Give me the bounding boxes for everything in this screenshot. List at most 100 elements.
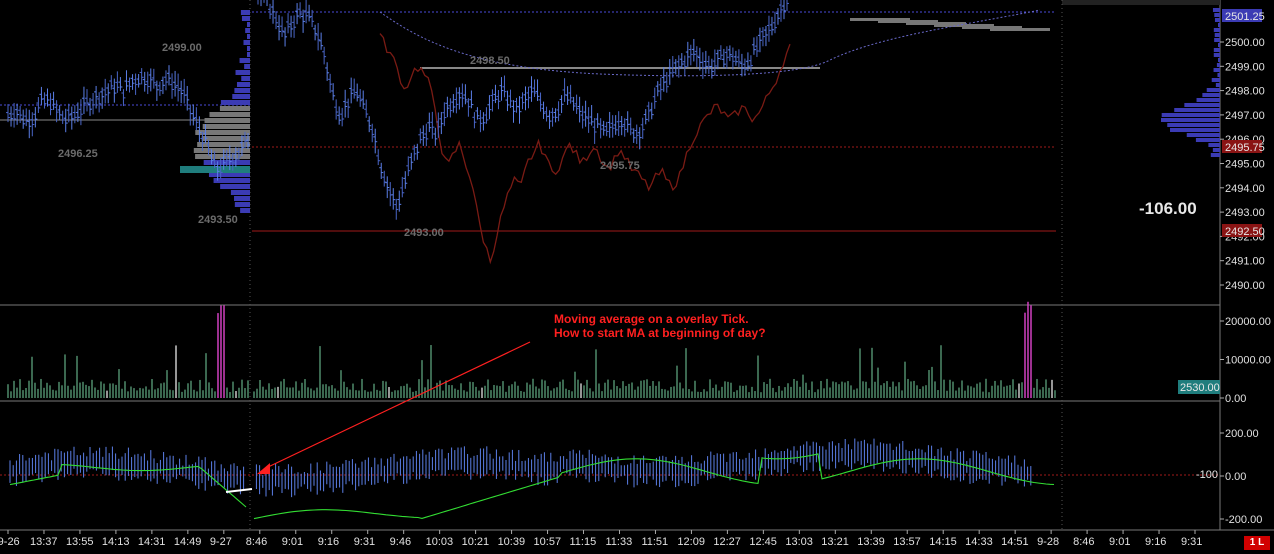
profile-bar-left — [247, 52, 250, 57]
time-tick-label: 13:21 — [821, 536, 849, 548]
volume-tick-label: 10000.00 — [1225, 355, 1271, 367]
profile-bar-right — [1213, 48, 1220, 52]
chart-canvas[interactable]: 2490.002491.002492.002493.002494.002495.… — [0, 0, 1274, 554]
profile-bar-right — [1212, 148, 1220, 152]
profile-bar-right — [1214, 18, 1220, 22]
profile-bar-left — [244, 64, 250, 69]
profile-bar-left — [234, 202, 250, 207]
profile-bar-right — [1186, 133, 1220, 137]
annotation-line-2: How to start MA at beginning of day? — [554, 326, 766, 340]
profile-bar-right — [1210, 153, 1220, 157]
time-tick-label: 13:55 — [66, 536, 94, 548]
profile-bar-right — [1218, 43, 1220, 47]
profile-bar-left — [234, 88, 250, 93]
profile-bar-right — [1217, 73, 1220, 77]
profile-bar-left — [247, 34, 250, 39]
time-tick-label: 14:33 — [965, 536, 993, 548]
volume-tag: 2530.00 — [1180, 382, 1220, 394]
profile-bar-left — [219, 106, 250, 111]
indicator-tick-label: -200.00 — [1225, 514, 1262, 526]
profile-bar-grey — [990, 28, 1050, 31]
profile-bar-left — [213, 178, 250, 183]
price-label: 2496.25 — [58, 148, 98, 160]
time-tick-label: 9:16 — [1145, 536, 1166, 548]
profile-bar-left — [247, 46, 250, 51]
profile-bar-right — [1160, 118, 1220, 122]
time-tick-label: 9:31 — [354, 536, 375, 548]
time-tick-label: 11:15 — [570, 536, 597, 548]
profile-bar-left — [220, 184, 250, 189]
time-tick-label: 11:51 — [641, 536, 668, 548]
time-tick-label: 12:27 — [713, 536, 741, 548]
time-tick-label: 14:31 — [138, 536, 166, 548]
time-tick-label: 13:03 — [785, 536, 813, 548]
time-tick-label: 13:39 — [857, 536, 885, 548]
time-tick-label: 9:31 — [1181, 536, 1202, 548]
annotation-line-1: Moving average on a overlay Tick. — [554, 312, 749, 326]
indicator-tag: -100 — [1196, 469, 1218, 481]
price-tick-label: 2498.00 — [1225, 86, 1265, 98]
time-tick-label: 11:33 — [605, 536, 632, 548]
profile-bar-right — [1214, 33, 1220, 37]
indicator-tick-label: 0.00 — [1225, 471, 1246, 483]
profile-bar-left — [247, 22, 250, 27]
profile-bar-right — [1218, 58, 1220, 62]
time-tick-label: 13:37 — [30, 536, 58, 548]
price-tick-label: 2500.00 — [1225, 37, 1265, 49]
price-label: 2498.50 — [470, 55, 510, 67]
time-tick-label: 9-28 — [1037, 536, 1059, 548]
time-tick-label: 13:57 — [893, 536, 921, 548]
profile-bar-left — [209, 112, 250, 117]
price-tag-mid: 2495.75 — [1225, 142, 1265, 154]
price-tick-label: 2495.00 — [1225, 159, 1265, 171]
time-tick-label: 9:46 — [390, 536, 411, 548]
price-label: 2495.75 — [600, 160, 640, 172]
time-tick-label: -9-26 — [0, 536, 20, 548]
profile-bar-right — [1215, 83, 1220, 87]
corner-badge[interactable]: 1 L — [1244, 536, 1270, 550]
price-tick-label: 2493.00 — [1225, 207, 1265, 219]
profile-bar-right — [1206, 88, 1220, 92]
price-tick-label: 2494.00 — [1225, 183, 1265, 195]
price-tick-label: 2499.00 — [1225, 61, 1265, 73]
profile-bar-right — [1213, 53, 1220, 57]
profile-bar-left — [245, 28, 250, 33]
profile-bar-right — [1214, 38, 1220, 42]
time-tick-label: 12:09 — [677, 536, 705, 548]
price-label: 2493.00 — [404, 227, 444, 239]
price-tick-label: 2491.00 — [1225, 256, 1265, 268]
volume-tick-label: 20000.00 — [1225, 316, 1271, 328]
time-tick-label: 10:39 — [498, 536, 526, 548]
profile-bar-left — [241, 16, 250, 21]
time-tick-label: 8:46 — [246, 536, 267, 548]
profile-bar-left — [236, 82, 250, 87]
profile-bar-right — [1216, 63, 1220, 67]
profile-bar-left — [235, 70, 250, 75]
profile-bar-right — [1208, 143, 1220, 147]
time-tick-label: 9:16 — [318, 536, 339, 548]
profile-bar-right — [1184, 103, 1220, 107]
profile-bar-left — [204, 118, 250, 123]
profile-bar-left — [195, 130, 250, 135]
last-value-label: -106.00 — [1139, 199, 1197, 218]
time-tick-label: 14:51 — [1001, 536, 1029, 548]
profile-bar-left — [240, 208, 250, 213]
profile-bar-right — [1167, 123, 1220, 127]
profile-bar-right — [1218, 23, 1220, 27]
profile-bar-right — [1202, 93, 1220, 97]
profile-bar-left — [202, 124, 250, 129]
profile-bar-right — [1174, 108, 1220, 112]
profile-bar-right — [1196, 98, 1220, 102]
volume-tick-label: 0.00 — [1225, 393, 1246, 405]
profile-bar-left — [232, 94, 250, 99]
time-tick-label: 10:03 — [426, 536, 454, 548]
profile-bar-left — [241, 76, 250, 81]
price-tick-label: 2490.00 — [1225, 280, 1265, 292]
profile-bar-left — [234, 196, 250, 201]
time-tick-label: 14:49 — [174, 536, 202, 548]
price-label: 2499.00 — [162, 42, 202, 54]
profile-bar-right — [1212, 8, 1220, 12]
price-tag-high: 2501.25 — [1225, 11, 1265, 23]
time-tick-label: 8:46 — [1073, 536, 1094, 548]
indicator-tick-label: 200.00 — [1225, 428, 1259, 440]
